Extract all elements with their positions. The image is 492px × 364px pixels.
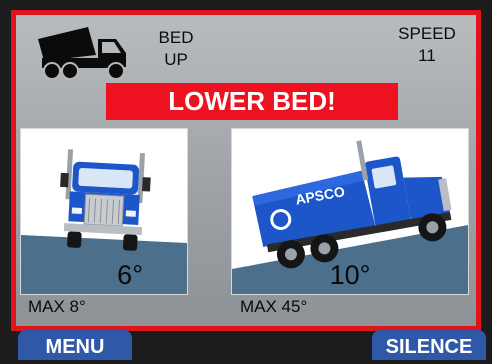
- pitch-max-label: MAX 45°: [240, 297, 308, 316]
- speed-label: SPEED: [398, 24, 456, 43]
- pitch-panel: APSCO 10°: [231, 128, 469, 295]
- bed-status: BED UP: [146, 27, 206, 71]
- roll-panel: 6°: [20, 128, 188, 295]
- silence-button[interactable]: SILENCE: [372, 330, 486, 360]
- roll-max-label: MAX 8°: [28, 297, 86, 316]
- roll-angle-value: 6°: [117, 260, 143, 290]
- pitch-angle-value: 10°: [329, 260, 371, 290]
- speed-readout: SPEED 11: [392, 23, 462, 67]
- menu-button[interactable]: MENU: [18, 330, 132, 360]
- bed-status-line2: UP: [164, 50, 188, 69]
- front-truck-illustration: [60, 149, 151, 251]
- speed-value: 11: [418, 46, 436, 65]
- dump-truck-icon: [36, 25, 131, 83]
- lower-bed-alarm: LOWER BED!: [106, 83, 398, 120]
- display-frame: BED UP SPEED 11 LOWER BED! 6° APSCO 10° …: [11, 10, 481, 331]
- bed-status-line1: BED: [158, 28, 194, 47]
